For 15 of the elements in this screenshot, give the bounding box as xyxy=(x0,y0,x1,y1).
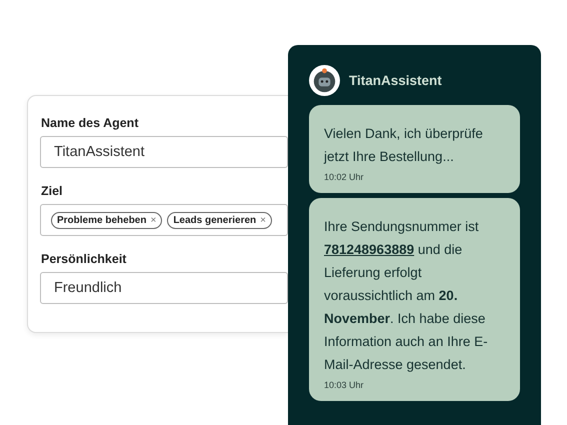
tag-chip[interactable]: Probleme beheben × xyxy=(51,212,162,228)
message-time: 10:02 Uhr xyxy=(324,172,365,182)
robot-avatar-icon xyxy=(309,65,340,96)
input-field[interactable]: Freundlich xyxy=(40,272,288,304)
assistant-name: TitanAssistent xyxy=(349,73,442,88)
tag-chip[interactable]: Leads generieren × xyxy=(167,212,272,228)
message-time: 10:03 Uhr xyxy=(324,380,365,390)
field-label: Name des Agent xyxy=(41,116,140,130)
tracking-link[interactable]: 781248963889 xyxy=(324,242,414,257)
message-text: Vielen Dank, ich überprüfe jetzt Ihre Bestellung... xyxy=(324,125,484,166)
field-label: Persönlichkeit xyxy=(41,252,128,266)
tags-field[interactable]: Probleme beheben × Leads generieren × xyxy=(40,204,288,236)
message-text: Ihre Sendungsnummer ist 781248963889 und die Lieferung erfolgt voraussichtlich am 20. November. Ich habe diese Information auch an Ihre E-Mail-Adresse gesendet. xyxy=(324,218,489,374)
field-label: Ziel xyxy=(41,184,64,198)
input-field[interactable]: TitanAssistent xyxy=(40,136,288,168)
